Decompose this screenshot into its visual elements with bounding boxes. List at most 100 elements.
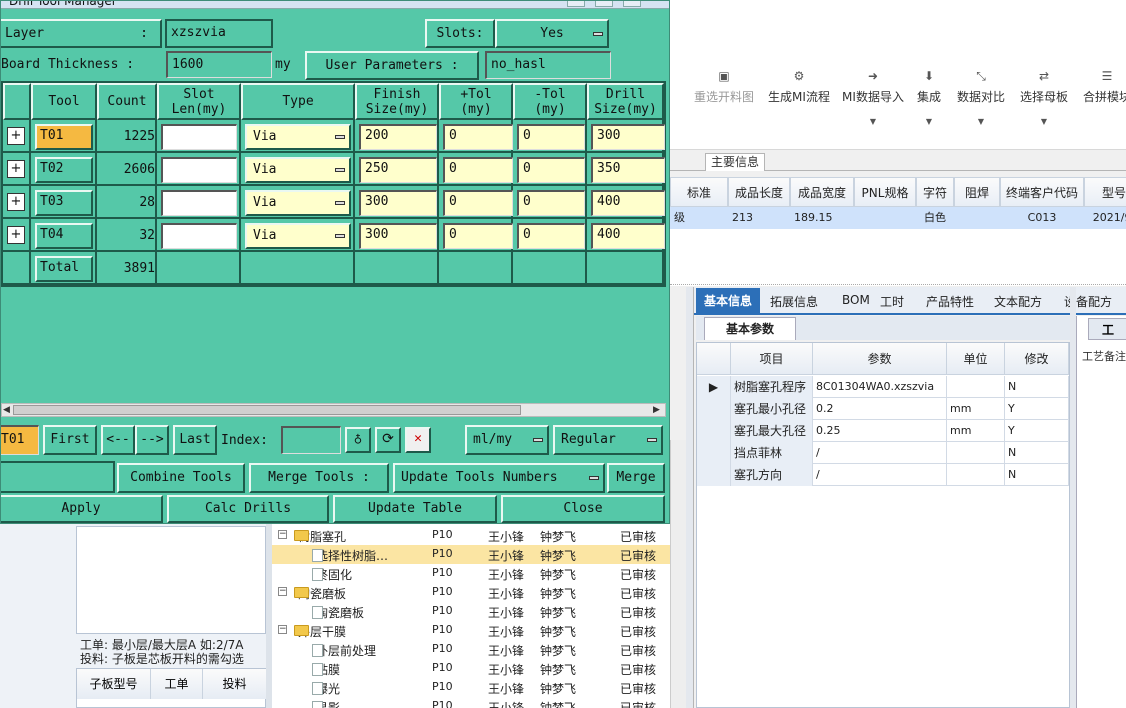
tree-row[interactable]: 贴膜 P10 王小锋 钟梦飞 已审核 [272,659,670,678]
grid-cell[interactable]: mm [947,398,1005,420]
calc-drills-button[interactable]: Calc Drills [167,495,329,523]
tree-scrollbar[interactable] [670,440,686,708]
expand-row-icon[interactable]: + [7,160,25,178]
column-header-type[interactable]: Type [241,83,355,120]
user-parameters-field[interactable]: no_hasl [485,51,611,79]
slot-length-input[interactable] [161,124,237,150]
grid-cell[interactable]: / [813,442,947,464]
column-header-drill[interactable]: Drill Size(my) [587,83,664,120]
grid-cell[interactable] [947,442,1005,464]
slot-length-input[interactable] [161,190,237,216]
ntol-input[interactable]: 0 [517,124,585,150]
column-header-+tol[interactable]: +Tol (my) [439,83,513,120]
tab-item[interactable]: 工时 [880,293,904,310]
tree-node[interactable]: 选择性树脂… [312,547,388,564]
grid-header[interactable]: 子板型号 [77,669,151,699]
grid-cell[interactable]: / [813,464,947,486]
left-splitter[interactable] [686,287,694,708]
drill-input[interactable]: 400 [591,190,665,216]
finish-input[interactable]: 250 [359,157,437,183]
grid-cell[interactable] [947,376,1005,398]
grid-header[interactable]: 项目 [731,343,813,375]
grid-row[interactable]: 塞孔方向 / N [697,464,1069,486]
tab-process[interactable]: 工 [1088,318,1126,340]
prev-button[interactable]: <-- [101,425,135,455]
grid-header[interactable]: 标准 [670,177,728,207]
grid-cell[interactable]: Y [1005,420,1069,442]
refresh-icon[interactable]: ⟳ [375,427,401,453]
expand-row-icon[interactable]: + [7,127,25,145]
slot-length-input[interactable] [161,223,237,249]
grid-header[interactable]: 型号 [1084,177,1126,207]
ptol-input[interactable]: 0 [443,157,513,183]
maximize-icon[interactable] [595,1,613,7]
toolbar-button[interactable]: ▣ 重选开料图 [688,68,760,105]
tree-row[interactable]: − 树脂塞孔 P10 王小锋 钟梦飞 已审核 [272,526,670,545]
grid-cell[interactable]: mm [947,420,1005,442]
slots-select[interactable]: Yes [495,19,609,48]
tree-node[interactable]: 树脂塞孔 [294,528,346,545]
tree-node[interactable]: 陶瓷磨板 [312,604,364,621]
merge-button[interactable]: Merge [607,463,665,493]
toolbar-button[interactable]: ➜ MI数据导入 ▼ [838,68,908,126]
grid-cell[interactable]: Y [1005,398,1069,420]
tree-row[interactable]: 外层前处理 P10 王小锋 钟梦飞 已审核 [272,640,670,659]
grid-header[interactable]: 终端客户代码 [1000,177,1084,207]
tool-cell[interactable]: T02 [35,157,93,183]
column-header-count[interactable]: Count [97,83,157,120]
toolbar-button[interactable]: ⤡ 数据对比 ▼ [952,68,1010,126]
scroll-left-icon[interactable]: ◀ [3,405,10,415]
finish-input[interactable]: 300 [359,223,437,249]
ntol-input[interactable]: 0 [517,190,585,216]
grid-cell[interactable]: 8C01304WA0.xzszvia [813,376,947,398]
toolbar-button[interactable]: ⬇ 集成 ▼ [912,68,946,126]
grid-header[interactable]: 参数 [813,343,947,375]
close-button[interactable]: Close [501,495,665,523]
collapse-icon[interactable]: − [278,530,287,539]
column-header-finish[interactable]: Finish Size(my) [355,83,439,120]
tree-row[interactable]: 陶瓷磨板 P10 王小锋 钟梦飞 已审核 [272,602,670,621]
tool-cell[interactable]: T04 [35,223,93,249]
grid-cell[interactable]: N [1005,464,1069,486]
expand-row-icon[interactable]: + [7,193,25,211]
grid-cell[interactable]: 0.25 [813,420,947,442]
tab-basic-params[interactable]: 基本参数 [704,317,796,340]
grid-header[interactable]: 成品宽度 [790,177,854,207]
type-select[interactable]: Via [245,124,351,150]
column-header-tool[interactable]: Tool [31,83,97,120]
tree-row[interactable]: − 陶瓷磨板 P10 王小锋 钟梦飞 已审核 [272,583,670,602]
grid-header[interactable]: 字符 [916,177,954,207]
update-tools-numbers-select[interactable]: Update Tools Numbers [393,463,605,493]
drill-input[interactable]: 300 [591,124,665,150]
tab-item[interactable]: 产品特性 [926,293,974,310]
grid-header[interactable]: PNL规格 [854,177,916,207]
bulb-icon[interactable]: ♁ [345,427,371,453]
grid-row[interactable]: 塞孔最大孔径 0.25 mm Y [697,420,1069,442]
scroll-thumb[interactable] [13,405,521,415]
grid-cell[interactable] [947,464,1005,486]
index-input[interactable] [281,426,341,454]
grid-header[interactable]: 投料 [203,669,267,699]
delete-icon[interactable]: ✕ [405,427,431,453]
expand-row-icon[interactable]: + [7,226,25,244]
tree-row[interactable]: 显影 P10 王小锋 钟梦飞 已审核 [272,697,670,708]
unit-select[interactable]: ml/my [465,425,549,455]
first-button[interactable]: First [43,425,97,455]
last-button[interactable]: Last [173,425,217,455]
grid-row[interactable]: 挡点菲林 / N [697,442,1069,464]
column-header-slot[interactable]: Slot Len(my) [157,83,241,120]
ptol-input[interactable]: 0 [443,223,513,249]
tree-node[interactable]: 曝光 [312,680,340,697]
tab-item[interactable]: BOM [842,293,870,307]
grid-header[interactable]: 单位 [947,343,1005,375]
tree-node[interactable]: 外层前处理 [312,642,376,659]
grid-cell[interactable]: N [1005,442,1069,464]
grid-row[interactable]: ▶ 树脂塞孔程序 8C01304WA0.xzszvia N [697,376,1069,398]
apply-button[interactable]: Apply [1,495,163,523]
tab-item[interactable]: 文本配方 [994,293,1042,310]
drill-input[interactable]: 350 [591,157,665,183]
ntol-input[interactable]: 0 [517,157,585,183]
next-button[interactable]: --> [135,425,169,455]
type-select[interactable]: Via [245,223,351,249]
tree-row[interactable]: − 外层干膜 P10 王小锋 钟梦飞 已审核 [272,621,670,640]
